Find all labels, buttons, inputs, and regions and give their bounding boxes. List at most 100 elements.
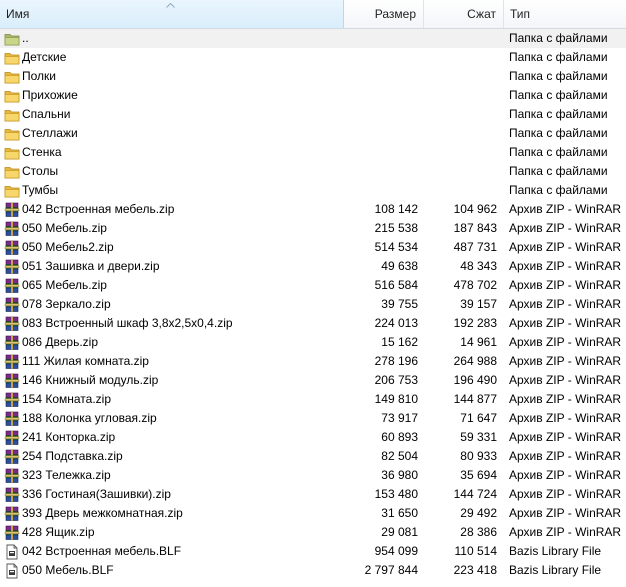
file-name-cell: .. — [0, 29, 344, 48]
file-type: Архив ZIP - WinRAR — [509, 392, 622, 406]
file-name: Столы — [22, 164, 59, 178]
file-row[interactable]: Полки Папка с файлами — [0, 67, 626, 86]
file-packed-size: 59 331 — [460, 430, 497, 444]
file-type: Архив ZIP - WinRAR — [509, 259, 622, 273]
file-row[interactable]: 188 Колонка угловая.zip 73 917 71 647 Архив… — [0, 409, 626, 428]
file-name: 042 Встроенная мебель.zip — [22, 202, 175, 216]
file-name: Детские — [22, 50, 67, 64]
file-name: 393 Дверь межкомнатная.zip — [22, 506, 183, 520]
folder-icon — [4, 183, 20, 199]
column-header: Имя Размер Сжат Тип — [0, 0, 626, 29]
file-row[interactable]: Спальни Папка с файлами — [0, 105, 626, 124]
file-row[interactable]: 086 Дверь.zip 15 162 14 961 Архив ZIP - Win… — [0, 333, 626, 352]
winrar-archive-icon — [4, 259, 20, 275]
file-row[interactable]: 078 Зеркало.zip 39 755 39 157 Архив ZIP - W… — [0, 295, 626, 314]
file-name: Тумбы — [22, 183, 59, 197]
folder-up-icon — [4, 31, 20, 47]
file-name-cell: Детские — [0, 48, 344, 67]
file-name-cell: 111 Жилая комната.zip — [0, 352, 344, 371]
file-packed-size — [424, 162, 504, 181]
file-row[interactable]: 111 Жилая комната.zip 278 196 264 988 Архив… — [0, 352, 626, 371]
folder-icon — [4, 107, 20, 123]
file-type: Архив ZIP - WinRAR — [509, 430, 622, 444]
file-size — [344, 86, 424, 105]
file-name-cell: Прихожие — [0, 86, 344, 105]
folder-icon — [4, 69, 20, 85]
file-type: Архив ZIP - WinRAR — [509, 202, 622, 216]
file-size: 82 504 — [381, 449, 418, 463]
file-row[interactable]: Детские Папка с файлами — [0, 48, 626, 67]
file-row[interactable]: 336 Гостиная(Зашивки).zip 153 480 144 724 А… — [0, 485, 626, 504]
file-size: 108 142 — [374, 202, 418, 216]
file-row[interactable]: .. Папка с файлами — [0, 29, 626, 48]
file-row[interactable]: 065 Мебель.zip 516 584 478 702 Архив ZIP - … — [0, 276, 626, 295]
file-type: Папка с файлами — [509, 164, 608, 178]
file-row[interactable]: Стенка Папка с файлами — [0, 143, 626, 162]
file-size: 206 753 — [374, 373, 418, 387]
file-name-cell: 042 Встроенная мебель.BLF — [0, 542, 344, 561]
file-packed-size: 28 386 — [460, 525, 497, 539]
file-name-cell: 050 Мебель2.zip — [0, 238, 344, 257]
file-size: 516 584 — [374, 278, 418, 292]
file-row[interactable]: 050 Мебель2.zip 514 534 487 731 Архив ZIP -… — [0, 238, 626, 257]
column-header-size[interactable]: Размер — [344, 0, 424, 28]
column-header-name[interactable]: Имя — [0, 0, 344, 28]
file-row[interactable]: 042 Встроенная мебель.BLF 954 099 110 514 B… — [0, 542, 626, 561]
column-header-type[interactable]: Тип — [504, 0, 626, 28]
file-packed-size: 71 647 — [460, 411, 497, 425]
file-size — [344, 181, 424, 200]
winrar-archive-icon — [4, 316, 20, 332]
file-row[interactable]: 154 Комната.zip 149 810 144 877 Архив ZIP -… — [0, 390, 626, 409]
file-type: Архив ZIP - WinRAR — [509, 373, 622, 387]
file-row[interactable]: 050 Мебель.zip 215 538 187 843 Архив ZIP - … — [0, 219, 626, 238]
file-size — [344, 143, 424, 162]
file-row[interactable]: 083 Встроенный шкаф 3,8х2,5х0,4.zip 224 0… — [0, 314, 626, 333]
file-name: Спальни — [22, 107, 71, 121]
file-size: 49 638 — [381, 259, 418, 273]
file-row[interactable]: Стеллажи Папка с файлами — [0, 124, 626, 143]
file-row[interactable]: 428 Ящик.zip 29 081 28 386 Архив ZIP - WinR… — [0, 523, 626, 542]
file-size: 39 755 — [381, 297, 418, 311]
file-type: Архив ZIP - WinRAR — [509, 240, 622, 254]
file-row[interactable]: 323 Тележка.zip 36 980 35 694 Архив ZIP - W… — [0, 466, 626, 485]
winrar-archive-icon — [4, 468, 20, 484]
file-packed-size — [424, 181, 504, 200]
file-row[interactable]: Тумбы Папка с файлами — [0, 181, 626, 200]
file-type: Архив ZIP - WinRAR — [509, 411, 622, 425]
file-row[interactable]: 393 Дверь межкомнатная.zip 31 650 29 492 Ар… — [0, 504, 626, 523]
file-row[interactable]: 051 Зашивка и двери.zip 49 638 48 343 Архив… — [0, 257, 626, 276]
file-name: 086 Дверь.zip — [22, 335, 98, 349]
file-row[interactable]: 146 Книжный модуль.zip 206 753 196 490 Архи… — [0, 371, 626, 390]
folder-icon — [4, 145, 20, 161]
file-row[interactable]: 254 Подставка.zip 82 504 80 933 Архив ZIP -… — [0, 447, 626, 466]
folder-icon — [4, 164, 20, 180]
file-name-cell: 188 Колонка угловая.zip — [0, 409, 344, 428]
folder-icon — [4, 126, 20, 142]
file-type: Папка с файлами — [509, 69, 608, 83]
column-header-packed[interactable]: Сжат — [424, 0, 504, 28]
file-row[interactable]: 050 Мебель.BLF 2 797 844 223 418 Bazis Libr… — [0, 561, 626, 580]
file-name: Прихожие — [22, 88, 78, 102]
file-name: 254 Подставка.zip — [22, 449, 123, 463]
file-row[interactable]: Столы Папка с файлами — [0, 162, 626, 181]
file-name: 050 Мебель.BLF — [22, 563, 114, 577]
file-name-cell: 078 Зеркало.zip — [0, 295, 344, 314]
file-packed-size: 35 694 — [460, 468, 497, 482]
file-name: 428 Ящик.zip — [22, 525, 95, 539]
file-row[interactable]: 042 Встроенная мебель.zip 108 142 104 962 А… — [0, 200, 626, 219]
file-type: Архив ZIP - WinRAR — [509, 525, 622, 539]
file-name: 241 Конторка.zip — [22, 430, 116, 444]
file-name-cell: 083 Встроенный шкаф 3,8х2,5х0,4.zip — [0, 314, 344, 333]
file-name: 188 Колонка угловая.zip — [22, 411, 157, 425]
file-name: 050 Мебель.zip — [22, 221, 107, 235]
file-row[interactable]: 241 Конторка.zip 60 893 59 331 Архив ZIP - … — [0, 428, 626, 447]
file-packed-size: 196 490 — [453, 373, 497, 387]
file-name-cell: Тумбы — [0, 181, 344, 200]
file-name-cell: 428 Ящик.zip — [0, 523, 344, 542]
file-packed-size: 29 492 — [460, 506, 497, 520]
file-row[interactable]: Прихожие Папка с файлами — [0, 86, 626, 105]
folder-icon — [4, 88, 20, 104]
file-name-cell: 050 Мебель.zip — [0, 219, 344, 238]
file-name: 146 Книжный модуль.zip — [22, 373, 159, 387]
file-name-cell: 154 Комната.zip — [0, 390, 344, 409]
